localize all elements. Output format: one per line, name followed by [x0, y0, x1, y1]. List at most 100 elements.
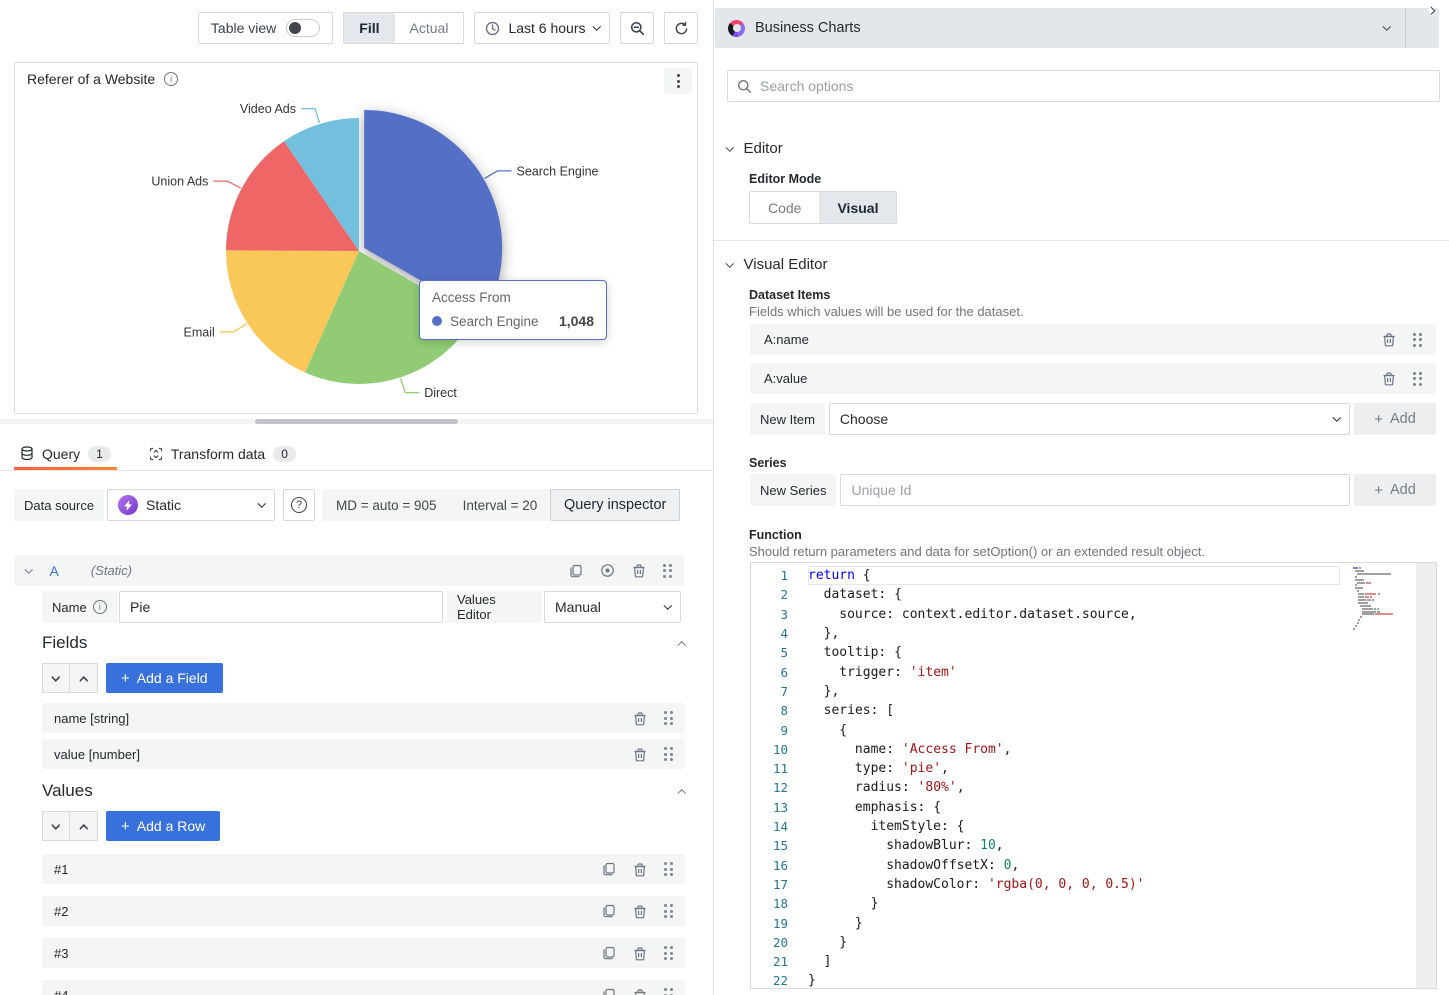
dataset-item-row[interactable]: A:value — [750, 363, 1436, 394]
time-range-picker[interactable]: Last 6 hours — [474, 12, 610, 44]
code-line[interactable]: 6trigger: 'item' — [751, 663, 1436, 682]
code-line[interactable]: 13emphasis: { — [751, 798, 1436, 817]
code-line[interactable]: 3source: context.editor.dataset.source, — [751, 605, 1436, 624]
editor-mode-visual[interactable]: Visual — [819, 192, 896, 223]
value-row[interactable]: #2 — [42, 896, 685, 926]
delete-query-button[interactable] — [632, 563, 646, 578]
copy-row-button[interactable] — [602, 988, 616, 995]
delete-row-button[interactable] — [633, 988, 647, 995]
copy-row-button[interactable] — [602, 946, 616, 960]
options-search-input[interactable] — [760, 78, 1430, 94]
code-line[interactable]: 16shadowOffsetX: 0, — [751, 856, 1436, 875]
collapse-all-button[interactable] — [42, 811, 70, 841]
expand-all-button[interactable] — [70, 811, 98, 841]
code-line[interactable]: 21] — [751, 952, 1436, 971]
code-line[interactable]: 15shadowBlur: 10, — [751, 836, 1436, 855]
minimap[interactable] — [1351, 567, 1411, 687]
hide-response-button[interactable] — [600, 563, 615, 578]
delete-field-button[interactable] — [633, 747, 647, 762]
query-name-input[interactable] — [119, 591, 443, 623]
options-search[interactable] — [727, 70, 1440, 102]
drag-handle[interactable] — [1413, 333, 1422, 347]
collapse-all-button[interactable] — [42, 663, 70, 693]
code-line[interactable]: 14itemStyle: { — [751, 817, 1436, 836]
tooltip-series-name: Access From — [432, 290, 594, 305]
delete-dataset-item-button[interactable] — [1382, 371, 1396, 386]
collapse-icon[interactable] — [677, 790, 685, 798]
refresh-button[interactable] — [664, 12, 698, 44]
query-inspector-button[interactable]: Query inspector — [550, 489, 680, 521]
add-series-button[interactable]: Add — [1354, 474, 1436, 506]
tab-query[interactable]: Query 1 — [14, 437, 117, 470]
chevron-down-icon — [1332, 414, 1340, 422]
code-line[interactable]: 8series: [ — [751, 701, 1436, 720]
panel-menu-button[interactable] — [664, 68, 692, 94]
table-view-toggle[interactable] — [286, 19, 320, 37]
code-line[interactable]: 20} — [751, 933, 1436, 952]
code-line[interactable]: 10name: 'Access From', — [751, 740, 1436, 759]
horizontal-scrollbar-thumb[interactable] — [255, 419, 458, 424]
visualization-picker[interactable]: Business Charts — [715, 8, 1439, 48]
editor-section-header[interactable]: Editor — [727, 140, 783, 157]
drag-handle[interactable] — [664, 946, 673, 960]
code-line[interactable]: 9{ — [751, 720, 1436, 739]
delete-field-button[interactable] — [633, 711, 647, 726]
code-line[interactable]: 4}, — [751, 624, 1436, 643]
pie-chart: Search EngineDirectEmailUnion AdsVideo A… — [15, 93, 699, 413]
code-line[interactable]: 22} — [751, 971, 1436, 989]
pie-label-line — [401, 378, 420, 392]
tab-transform-data[interactable]: Transform data 0 — [143, 437, 302, 470]
expand-all-button[interactable] — [70, 663, 98, 693]
datasource-help-button[interactable] — [283, 489, 315, 521]
fill-actual-group: Fill Actual — [343, 12, 464, 44]
values-editor-select[interactable]: Manual — [544, 591, 681, 623]
delete-dataset-item-button[interactable] — [1382, 332, 1396, 347]
copy-row-button[interactable] — [602, 904, 616, 918]
add-field-button[interactable]: Add a Field — [106, 663, 223, 693]
delete-row-button[interactable] — [633, 904, 647, 919]
query-row-header[interactable]: A (Static) — [14, 555, 684, 586]
delete-row-button[interactable] — [633, 946, 647, 961]
new-series-input[interactable] — [840, 474, 1350, 506]
value-row[interactable]: #1 — [42, 854, 685, 884]
code-line[interactable]: 7}, — [751, 682, 1436, 701]
code-line[interactable]: 11type: 'pie', — [751, 759, 1436, 778]
drag-handle[interactable] — [664, 711, 673, 725]
collapse-icon[interactable] — [677, 642, 685, 650]
editor-scrollbar[interactable] — [1416, 563, 1436, 988]
code-line[interactable]: 2dataset: { — [751, 585, 1436, 604]
copy-row-button[interactable] — [602, 862, 616, 876]
drag-handle[interactable] — [664, 904, 673, 918]
new-item-select[interactable]: Choose — [829, 403, 1350, 435]
drag-handle[interactable] — [1413, 372, 1422, 386]
drag-handle[interactable] — [664, 862, 673, 876]
code-line[interactable]: 18} — [751, 894, 1436, 913]
actual-option[interactable]: Actual — [395, 13, 464, 43]
drag-handle[interactable] — [664, 988, 673, 995]
function-code-editor[interactable]: 1return {2dataset: {3source: context.edi… — [750, 562, 1437, 989]
duplicate-query-button[interactable] — [569, 564, 583, 578]
dataset-items-description: Fields which values will be used for the… — [749, 304, 1024, 319]
fill-option[interactable]: Fill — [344, 13, 394, 43]
drag-handle[interactable] — [663, 564, 672, 578]
code-line[interactable]: 12radius: '80%', — [751, 778, 1436, 797]
code-line[interactable]: 5tooltip: { — [751, 643, 1436, 662]
value-row[interactable]: #3 — [42, 938, 685, 968]
field-row[interactable]: name [string] — [42, 703, 685, 733]
dataset-item-row[interactable]: A:name — [750, 324, 1436, 355]
editor-mode-code[interactable]: Code — [750, 192, 819, 223]
double-chevron-up-icon — [81, 825, 87, 828]
add-dataset-item-button[interactable]: Add — [1354, 403, 1436, 435]
code-line[interactable]: 17shadowColor: 'rgba(0, 0, 0, 0.5)' — [751, 875, 1436, 894]
field-row[interactable]: value [number] — [42, 739, 685, 769]
collapse-options-button[interactable] — [1406, 8, 1439, 48]
datasource-picker[interactable]: Static — [107, 489, 275, 521]
delete-row-button[interactable] — [633, 862, 647, 877]
value-row[interactable]: #4 — [42, 980, 685, 995]
zoom-out-button[interactable] — [620, 12, 654, 44]
add-row-button[interactable]: Add a Row — [106, 811, 220, 841]
visual-editor-section-header[interactable]: Visual Editor — [727, 256, 827, 273]
code-line[interactable]: 1return { — [751, 566, 1436, 585]
drag-handle[interactable] — [664, 747, 673, 761]
code-line[interactable]: 19} — [751, 913, 1436, 932]
